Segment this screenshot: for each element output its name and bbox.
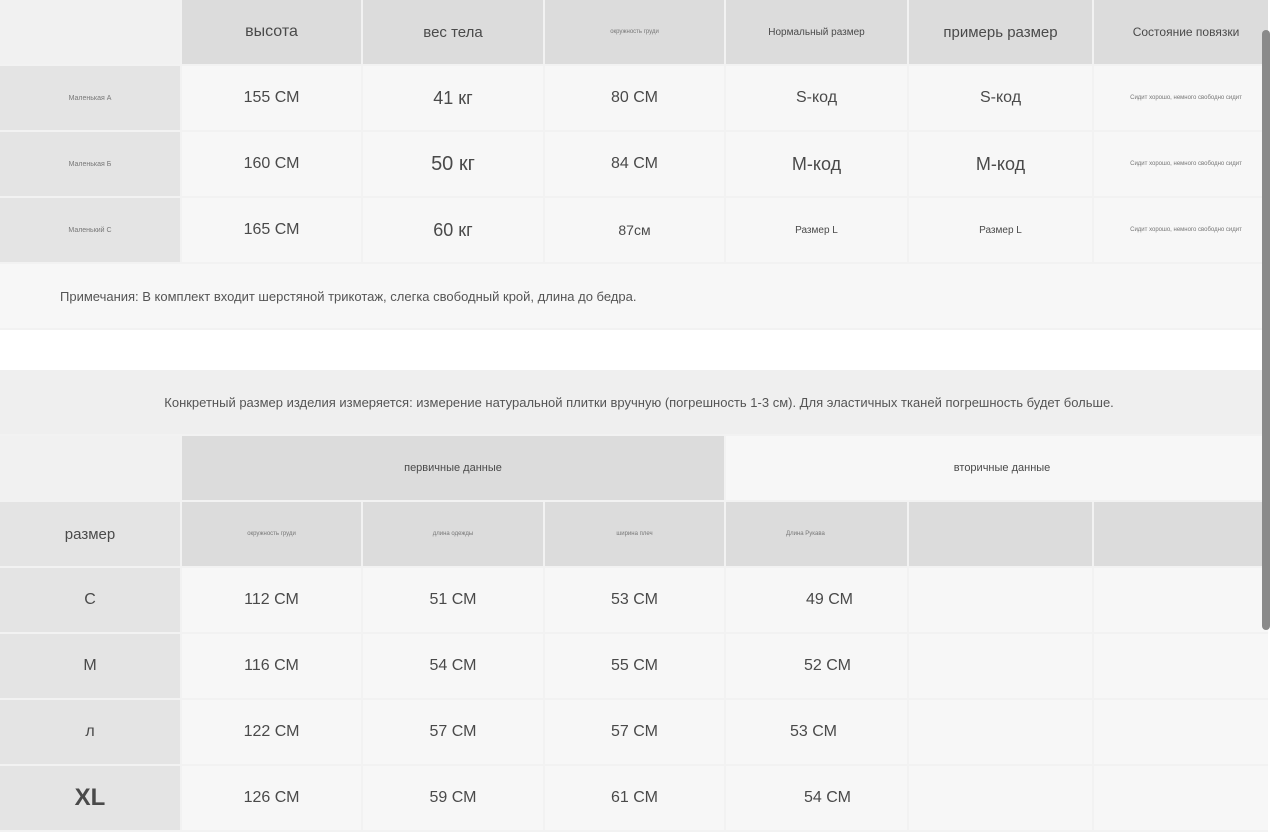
row-label: Маленькая А — [0, 66, 182, 132]
table-row: С 112 СМ 51 СМ 53 СМ 49 СМ — [0, 568, 1280, 634]
cell-normal-size: Размер L — [726, 198, 909, 264]
cell-sleeve: 52 СМ — [726, 634, 909, 700]
measurement-intro: Конкретный размер изделия измеряется: из… — [0, 370, 1280, 436]
header-empty-2 — [1094, 502, 1280, 568]
header-try-size: примерь размер — [909, 0, 1094, 66]
cell-shoulder: 57 СМ — [545, 700, 726, 766]
cell-empty-2 — [1094, 568, 1280, 634]
cell-chest: 80 СМ — [545, 66, 726, 132]
cell-try-size: Размер L — [909, 198, 1094, 264]
header-height: высота — [182, 0, 363, 66]
size-label: л — [0, 700, 182, 766]
cell-height: 160 СМ — [182, 132, 363, 198]
cell-fit-state: Сидит хорошо, немного свободно сидит — [1094, 198, 1280, 264]
header-chest: окружность груди — [182, 502, 363, 568]
table-row: Маленькая А 155 СМ 41 кг 80 СМ S-код S-к… — [0, 66, 1280, 132]
header-weight: вес тела — [363, 0, 545, 66]
cell-length: 54 СМ — [363, 634, 545, 700]
cell-length: 57 СМ — [363, 700, 545, 766]
cell-try-size: S-код — [909, 66, 1094, 132]
cell-height: 165 СМ — [182, 198, 363, 264]
cell-length: 59 СМ — [363, 766, 545, 832]
section-gap — [0, 336, 1280, 370]
cell-weight: 60 кг — [363, 198, 545, 264]
table-row: Маленькая Б 160 СМ 50 кг 84 СМ М-код М-к… — [0, 132, 1280, 198]
cell-weight: 41 кг — [363, 66, 545, 132]
size-label: С — [0, 568, 182, 634]
cell-try-size: М-код — [909, 132, 1094, 198]
row-label: Маленькая Б — [0, 132, 182, 198]
cell-chest: 112 СМ — [182, 568, 363, 634]
cell-sleeve: 54 СМ — [726, 766, 909, 832]
size-label: XL — [0, 766, 182, 832]
cell-empty-1 — [909, 766, 1094, 832]
cell-shoulder: 53 СМ — [545, 568, 726, 634]
cell-weight: 50 кг — [363, 132, 545, 198]
header-normal-size: Нормальный размер — [726, 0, 909, 66]
cell-normal-size: М-код — [726, 132, 909, 198]
intro-row: Конкретный размер изделия измеряется: из… — [0, 370, 1280, 436]
header-sleeve: Длина Рукава — [726, 502, 909, 568]
corner-cell — [0, 0, 182, 66]
table-row: л 122 СМ 57 СМ 57 СМ 53 СМ — [0, 700, 1280, 766]
note-row: Примечания: В комплект входит шерстяной … — [0, 264, 1280, 330]
cell-chest: 126 СМ — [182, 766, 363, 832]
table-row: Маленький С 165 СМ 60 кг 87см Размер L Р… — [0, 198, 1280, 264]
cell-empty-1 — [909, 700, 1094, 766]
row-label: Маленький С — [0, 198, 182, 264]
size-label: М — [0, 634, 182, 700]
header-empty-1 — [909, 502, 1094, 568]
cell-chest: 84 СМ — [545, 132, 726, 198]
header-size: размер — [0, 502, 182, 568]
note-text: Примечания: В комплект входит шерстяной … — [0, 264, 1280, 330]
cell-empty-2 — [1094, 634, 1280, 700]
cell-empty-1 — [909, 634, 1094, 700]
size-table-garment: Конкретный размер изделия измеряется: из… — [0, 370, 1280, 832]
header-fit-state: Состояние повязки — [1094, 0, 1280, 66]
cell-chest: 116 СМ — [182, 634, 363, 700]
scrollbar-thumb[interactable] — [1262, 30, 1270, 630]
header-chest: окружность груди — [545, 0, 726, 66]
cell-chest: 87см — [545, 198, 726, 264]
header-shoulder: ширина плеч — [545, 502, 726, 568]
table-row: М 116 СМ 54 СМ 55 СМ 52 СМ — [0, 634, 1280, 700]
header-length: длина одежды — [363, 502, 545, 568]
cell-height: 155 СМ — [182, 66, 363, 132]
cell-empty-2 — [1094, 766, 1280, 832]
cell-length: 51 СМ — [363, 568, 545, 634]
cell-normal-size: S-код — [726, 66, 909, 132]
column-header-row: размер окружность груди длина одежды шир… — [0, 502, 1280, 568]
size-table-models: высота вес тела окружность груди Нормаль… — [0, 0, 1280, 330]
cell-fit-state: Сидит хорошо, немного свободно сидит — [1094, 132, 1280, 198]
cell-chest: 122 СМ — [182, 700, 363, 766]
cell-sleeve: 53 СМ — [726, 700, 909, 766]
cell-empty-2 — [1094, 700, 1280, 766]
corner-cell — [0, 436, 182, 502]
cell-fit-state: Сидит хорошо, немного свободно сидит — [1094, 66, 1280, 132]
group-primary: первичные данные — [182, 436, 726, 502]
table-row: XL 126 СМ 59 СМ 61 СМ 54 СМ — [0, 766, 1280, 832]
cell-sleeve: 49 СМ — [726, 568, 909, 634]
group-secondary: вторичные данные — [726, 436, 1280, 502]
cell-shoulder: 55 СМ — [545, 634, 726, 700]
cell-shoulder: 61 СМ — [545, 766, 726, 832]
group-header-row: первичные данные вторичные данные — [0, 436, 1280, 502]
table-header-row: высота вес тела окружность груди Нормаль… — [0, 0, 1280, 66]
cell-empty-1 — [909, 568, 1094, 634]
